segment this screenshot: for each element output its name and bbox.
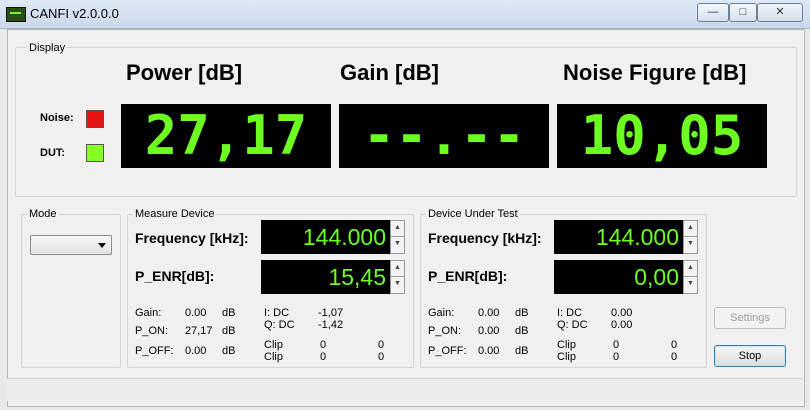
measure-poff-label: P_OFF:	[135, 345, 174, 357]
spin-down-icon[interactable]: ▼	[391, 237, 404, 253]
dut-gain-unit: dB	[515, 307, 529, 319]
dut-gain-value: 0.00	[478, 307, 500, 319]
title-bar[interactable]: CANFI v2.0.0.0 — □ ✕	[0, 0, 810, 29]
noise-label: Noise:	[40, 112, 74, 124]
dut-poff-unit: dB	[515, 345, 529, 357]
dut-pon-unit: dB	[515, 325, 529, 337]
dut-qdc-value: 0.00	[611, 319, 633, 331]
gain-display: --.--	[339, 104, 549, 168]
dut-idc-value: 0.00	[611, 307, 633, 319]
power-title: Power [dB]	[126, 60, 243, 85]
measure-clip1-label: Clip	[264, 339, 283, 351]
dut-gain-label: Gain:	[428, 307, 455, 319]
dut-penr-label: P_ENR[dB]:	[428, 268, 508, 284]
measure-frequency-input[interactable]: 144.000	[261, 220, 390, 254]
spin-up-icon[interactable]: ▲	[684, 221, 697, 237]
dut-clip2-label: Clip	[557, 351, 576, 363]
measure-gain-unit: dB	[222, 307, 236, 319]
dut-qdc-label: Q: DC	[557, 319, 588, 331]
dut-pon-value: 0.00	[478, 325, 500, 337]
measure-clip1-b: 0	[378, 339, 385, 351]
measure-idc-value: -1,07	[318, 307, 344, 319]
status-bar	[7, 378, 803, 401]
noise-figure-title: Noise Figure [dB]	[563, 60, 747, 85]
measure-clip2-a: 0	[320, 351, 327, 363]
measure-pon-unit: dB	[222, 325, 236, 337]
measure-qdc-label: Q: DC	[264, 319, 295, 331]
measure-gain-value: 0.00	[185, 307, 207, 319]
dut-idc-label: I: DC	[557, 307, 583, 319]
measure-pon-value: 27,17	[185, 325, 213, 337]
noise-figure-display: 10,05	[557, 104, 767, 168]
measure-idc-label: I: DC	[264, 307, 290, 319]
spin-down-icon[interactable]: ▼	[391, 277, 404, 293]
measure-group-label: Measure Device	[133, 208, 217, 220]
measure-penr-input[interactable]: 15,45	[261, 260, 390, 294]
dut-label: DUT:	[40, 147, 66, 159]
measure-clip2-label: Clip	[264, 351, 283, 363]
dut-clip1-a: 0	[613, 339, 620, 351]
mode-select[interactable]	[30, 235, 112, 255]
spin-up-icon[interactable]: ▲	[391, 221, 404, 237]
dut-clip1-label: Clip	[557, 339, 576, 351]
dut-frequency-label: Frequency [kHz]:	[428, 230, 542, 246]
spin-up-icon[interactable]: ▲	[391, 261, 404, 277]
spin-down-icon[interactable]: ▼	[684, 277, 697, 293]
display-group-label: Display	[27, 42, 68, 54]
measure-poff-value: 0.00	[185, 345, 207, 357]
noise-indicator	[86, 110, 104, 128]
measure-penr-spinner[interactable]: ▲ ▼	[390, 260, 405, 294]
dut-clip2-b: 0	[671, 351, 678, 363]
dut-clip1-b: 0	[671, 339, 678, 351]
dut-frequency-input[interactable]: 144.000	[554, 220, 683, 254]
measure-gain-label: Gain:	[135, 307, 162, 319]
dut-penr-spinner[interactable]: ▲ ▼	[683, 260, 698, 294]
measure-clip1-a: 0	[320, 339, 327, 351]
dut-clip2-a: 0	[613, 351, 620, 363]
measure-clip2-b: 0	[378, 351, 385, 363]
settings-button[interactable]: Settings	[714, 307, 786, 329]
minimize-button[interactable]: —	[697, 3, 729, 22]
measure-frequency-label: Frequency [kHz]:	[135, 230, 249, 246]
spin-down-icon[interactable]: ▼	[684, 237, 697, 253]
dut-poff-value: 0.00	[478, 345, 500, 357]
measure-pon-label: P_ON:	[135, 325, 169, 337]
measure-penr-label: P_ENR[dB]:	[135, 268, 215, 284]
dut-group-label: Device Under Test	[426, 208, 520, 220]
power-display: 27,17	[121, 104, 331, 168]
app-icon	[6, 7, 26, 22]
dut-frequency-spinner[interactable]: ▲ ▼	[683, 220, 698, 254]
measure-frequency-spinner[interactable]: ▲ ▼	[390, 220, 405, 254]
dut-penr-input[interactable]: 0,00	[554, 260, 683, 294]
dut-indicator	[86, 144, 104, 162]
close-button[interactable]: ✕	[757, 3, 803, 22]
window-title: CANFI v2.0.0.0	[30, 6, 119, 21]
gain-title: Gain [dB]	[340, 60, 439, 85]
measure-poff-unit: dB	[222, 345, 236, 357]
stop-button[interactable]: Stop	[714, 345, 786, 367]
dut-poff-label: P_OFF:	[428, 345, 467, 357]
mode-group-label: Mode	[27, 208, 59, 220]
maximize-button[interactable]: □	[729, 3, 757, 22]
spin-up-icon[interactable]: ▲	[684, 261, 697, 277]
chevron-down-icon	[98, 243, 106, 248]
measure-qdc-value: -1,42	[318, 319, 344, 331]
dut-pon-label: P_ON:	[428, 325, 462, 337]
